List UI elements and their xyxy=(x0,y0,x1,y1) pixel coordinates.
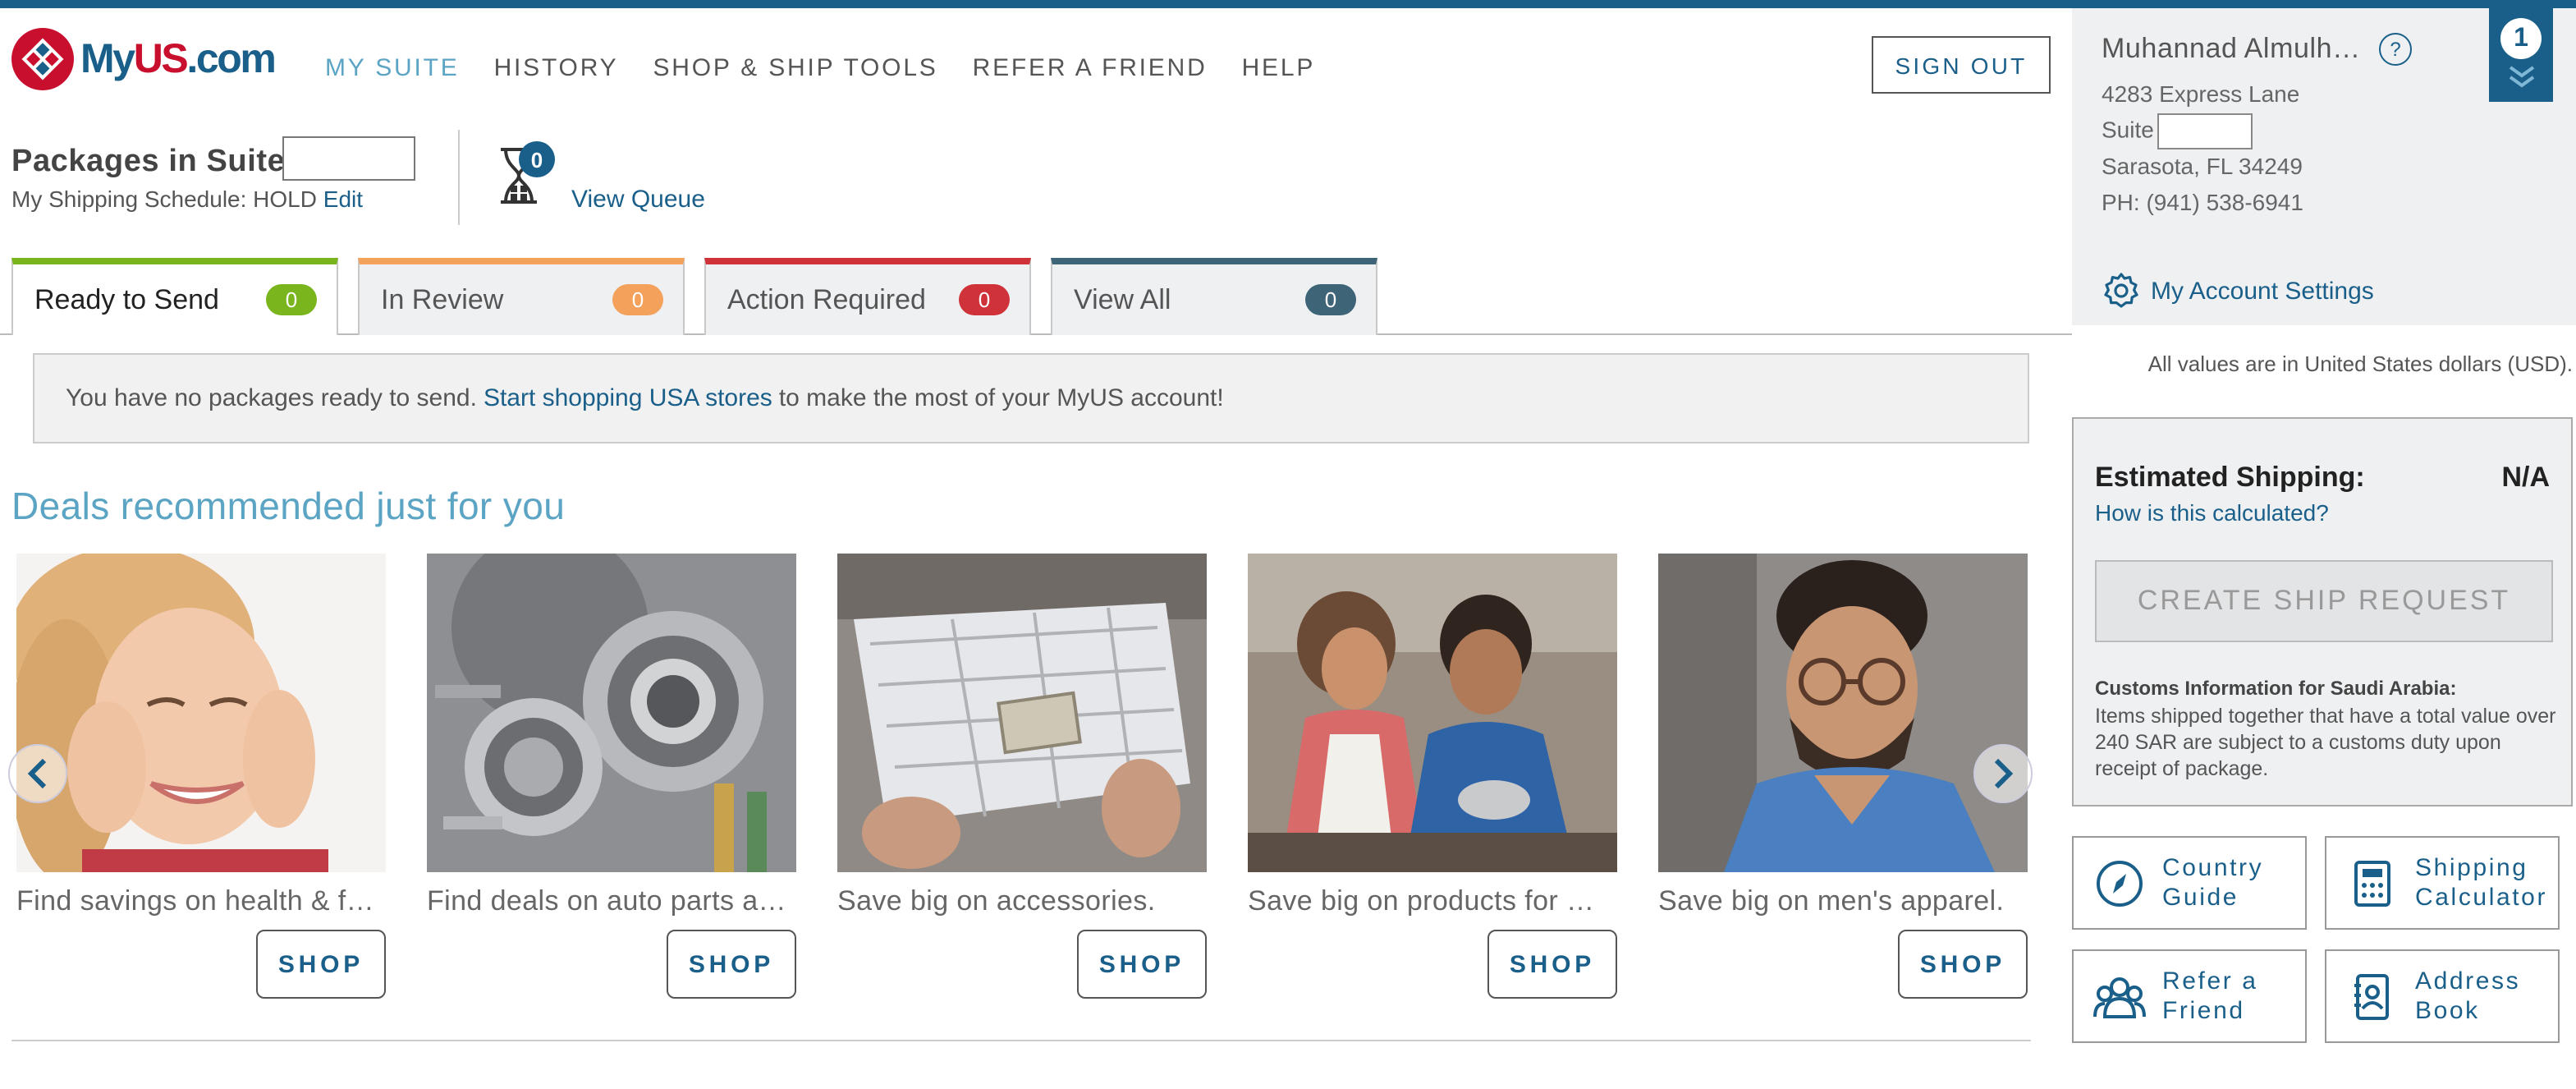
deal-image-accessories[interactable] xyxy=(837,554,1207,872)
tab-count-badge: 0 xyxy=(959,284,1010,315)
how-calculated-link[interactable]: How is this calculated? xyxy=(2095,499,2329,526)
address-book-icon xyxy=(2354,973,2389,1019)
nav-history[interactable]: HISTORY xyxy=(494,54,619,82)
deal-image-auto-parts[interactable] xyxy=(427,554,796,872)
create-ship-request-button[interactable]: CREATE SHIP REQUEST xyxy=(2095,560,2553,642)
tab-label: Action Required xyxy=(727,283,926,315)
chevron-double-down-icon xyxy=(2508,66,2534,88)
notice-text-end: to make the most of your MyUS account! xyxy=(778,384,1224,412)
tab-label: View All xyxy=(1074,283,1171,315)
shop-button[interactable]: SHOP xyxy=(256,930,386,999)
tab-count-badge: 0 xyxy=(266,284,317,315)
chevron-right-icon xyxy=(1994,758,2014,789)
nav-refer-a-friend[interactable]: REFER A FRIEND xyxy=(973,54,1208,82)
help-icon[interactable]: ? xyxy=(2379,33,2412,66)
deal-card: Save big on products for … SHOP xyxy=(1248,554,1617,999)
tool-label: Country Guide xyxy=(2162,853,2264,911)
refer-a-friend-button[interactable]: Refer a Friend xyxy=(2072,949,2307,1043)
deal-image-mens-apparel[interactable] xyxy=(1658,554,2028,872)
calculator-icon xyxy=(2354,860,2390,906)
shop-button[interactable]: SHOP xyxy=(1487,930,1617,999)
shipping-schedule: My Shipping Schedule: HOLD Edit xyxy=(11,186,363,212)
deal-card: Find savings on health & f… SHOP xyxy=(16,554,386,999)
deal-image-health[interactable] xyxy=(16,554,386,872)
tab-label: In Review xyxy=(381,283,504,315)
tab-in-review[interactable]: In Review 0 xyxy=(358,258,685,335)
start-shopping-link[interactable]: Start shopping USA stores xyxy=(484,384,772,412)
tab-label: Ready to Send xyxy=(34,283,219,315)
deal-caption: Find deals on auto parts a… xyxy=(427,885,786,917)
account-name[interactable]: Muhannad Almulh… xyxy=(2102,33,2361,66)
estimated-shipping-panel: Estimated Shipping: N/A How is this calc… xyxy=(2072,417,2573,806)
logo-text: MyUS.com xyxy=(80,35,277,81)
deal-caption: Save big on men's apparel. xyxy=(1658,885,2005,917)
tool-label: Refer a Friend xyxy=(2162,967,2258,1024)
schedule-edit-link[interactable]: Edit xyxy=(323,186,363,212)
shipping-calculator-button[interactable]: Shipping Calculator xyxy=(2325,836,2560,930)
account-settings-label: My Account Settings xyxy=(2151,277,2374,305)
section-divider xyxy=(11,1040,2031,1041)
address-city: Sarasota, FL 34249 xyxy=(2102,153,2303,179)
top-accent-bar xyxy=(0,0,2576,8)
schedule-label: My Shipping Schedule: HOLD xyxy=(11,186,317,212)
nav-help[interactable]: HELP xyxy=(1242,54,1316,82)
tab-ready-to-send[interactable]: Ready to Send 0 xyxy=(11,258,338,335)
people-icon xyxy=(2093,976,2146,1018)
tab-action-required[interactable]: Action Required 0 xyxy=(704,258,1031,335)
customs-title: Customs Information for Saudi Arabia: xyxy=(2095,677,2457,700)
notice-text: You have no packages ready to send. xyxy=(66,384,477,412)
no-packages-notice: You have no packages ready to send. Star… xyxy=(33,353,2029,443)
deal-card: Find deals on auto parts a… SHOP xyxy=(427,554,796,999)
deals-title: Deals recommended just for you xyxy=(11,485,566,527)
chevron-left-icon xyxy=(27,758,47,789)
shop-button[interactable]: SHOP xyxy=(667,930,796,999)
suite-line: Suite xyxy=(2102,113,2253,149)
estimated-shipping-value: N/A xyxy=(2501,462,2550,493)
view-queue-link[interactable]: View Queue xyxy=(571,186,705,214)
nav-shop-ship-tools[interactable]: SHOP & SHIP TOOLS xyxy=(653,54,937,82)
header-divider xyxy=(458,130,460,225)
my-account-settings-link[interactable]: My Account Settings xyxy=(2102,271,2374,310)
deal-image-kitchen[interactable] xyxy=(1248,554,1617,872)
suite-number-box xyxy=(2157,113,2253,149)
deal-caption: Save big on products for … xyxy=(1248,885,1595,917)
address-book-button[interactable]: Address Book xyxy=(2325,949,2560,1043)
currency-note: All values are in United States dollars … xyxy=(2147,352,2573,376)
packages-in-suite-title: Packages in Suite xyxy=(11,145,286,179)
suite-number-field xyxy=(282,136,415,181)
suite-label: Suite xyxy=(2102,116,2154,143)
address-line1: 4283 Express Lane xyxy=(2102,80,2300,107)
deal-card: Save big on accessories. SHOP xyxy=(837,554,1207,999)
deal-caption: Find savings on health & f… xyxy=(16,885,375,917)
myus-suite-page: MyUS.com MY SUITE HISTORY SHOP & SHIP TO… xyxy=(0,0,2576,1089)
compass-icon xyxy=(2097,860,2143,906)
sign-out-button[interactable]: SIGN OUT xyxy=(1872,36,2051,94)
address-phone: PH: (941) 538-6941 xyxy=(2102,189,2303,215)
shop-button[interactable]: SHOP xyxy=(1077,930,1207,999)
queue-count-badge: 0 xyxy=(519,141,555,177)
deal-caption: Save big on accessories. xyxy=(837,885,1156,917)
carousel-next-button[interactable] xyxy=(1973,744,2033,803)
logo-diamond-icon xyxy=(11,28,74,90)
shop-button[interactable]: SHOP xyxy=(1898,930,2028,999)
country-guide-button[interactable]: Country Guide xyxy=(2072,836,2307,930)
customs-text: Items shipped together that have a total… xyxy=(2095,705,2556,780)
tab-count-badge: 0 xyxy=(612,284,663,315)
tool-label: Address Book xyxy=(2415,967,2521,1024)
carousel-prev-button[interactable] xyxy=(8,744,67,803)
tab-count-badge: 0 xyxy=(1305,284,1356,315)
myus-logo[interactable]: MyUS.com xyxy=(10,26,277,92)
deal-card: Save big on men's apparel. SHOP xyxy=(1658,554,2028,999)
notification-count: 1 xyxy=(2500,18,2542,59)
gear-icon xyxy=(2104,273,2138,308)
nav-my-suite[interactable]: MY SUITE xyxy=(325,54,460,82)
estimated-shipping-label: Estimated Shipping: xyxy=(2095,462,2365,493)
notifications-tab[interactable]: 1 xyxy=(2489,8,2553,102)
main-nav: MY SUITE HISTORY SHOP & SHIP TOOLS REFER… xyxy=(325,54,1315,82)
tool-label: Shipping Calculator xyxy=(2415,853,2548,911)
tab-view-all[interactable]: View All 0 xyxy=(1051,258,1377,335)
